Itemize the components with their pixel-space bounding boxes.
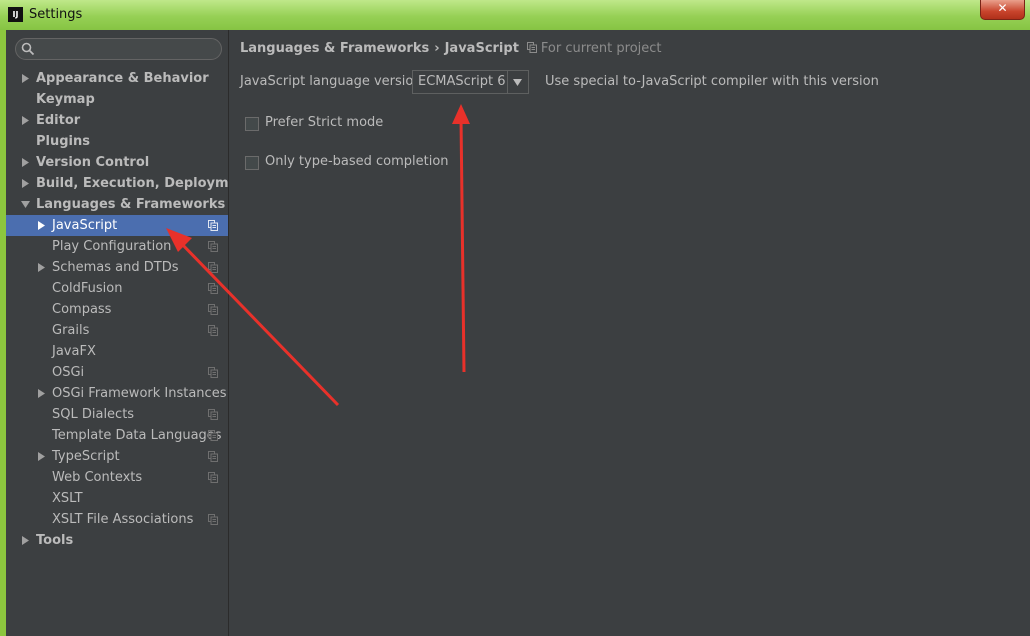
project-scope-icon — [208, 241, 218, 252]
sidebar-item-label: Compass — [52, 302, 112, 317]
sidebar-item-compass[interactable]: Compass — [6, 299, 228, 320]
sidebar-item-label: OSGi — [52, 365, 85, 380]
dropdown-button[interactable] — [507, 71, 528, 93]
settings-content: Languages & Frameworks › JavaScript For cur… — [229, 30, 1030, 636]
chevron-right-icon[interactable] — [22, 68, 32, 89]
sidebar-item-schemas[interactable]: Schemas and DTDs — [6, 257, 228, 278]
sidebar-item-label: Template Data Languages — [52, 428, 222, 443]
chevron-right-icon[interactable] — [22, 152, 32, 173]
sidebar-item-sql-dialects[interactable]: SQL Dialects — [6, 404, 228, 425]
chevron-right-icon[interactable] — [22, 173, 32, 194]
sidebar-item-label: TypeScript — [52, 449, 120, 464]
project-scope-icon — [208, 472, 218, 483]
sidebar-item-label: Version Control — [36, 155, 150, 170]
sidebar-item-label: JavaFX — [52, 344, 96, 359]
sidebar-item-label: SQL Dialects — [52, 407, 135, 422]
sidebar-item-label: Tools — [36, 533, 74, 548]
sidebar-item-editor[interactable]: Editor — [6, 110, 228, 131]
breadcrumb-parent: Languages & Frameworks — [240, 41, 430, 56]
search-input[interactable] — [15, 38, 222, 60]
sidebar-item-coldfusion[interactable]: ColdFusion — [6, 278, 228, 299]
settings-sidebar: Appearance & Behavior Keymap Editor Plug… — [6, 30, 253, 636]
project-scope-icon — [208, 451, 218, 462]
sidebar-item-label: Schemas and DTDs — [52, 260, 179, 275]
project-scope-icon — [208, 283, 218, 294]
window-title: Settings — [29, 7, 83, 22]
sidebar-item-keymap[interactable]: Keymap — [6, 89, 228, 110]
sidebar-item-label: Grails — [52, 323, 90, 338]
search-icon — [21, 42, 35, 56]
project-scope-icon — [208, 304, 218, 315]
sidebar-item-label: Plugins — [36, 134, 90, 149]
sidebar-item-label: Languages & Frameworks — [36, 197, 226, 212]
sidebar-item-tools[interactable]: Tools — [6, 530, 228, 551]
sidebar-item-template-data[interactable]: Template Data Languages — [6, 425, 228, 446]
chevron-down-icon[interactable] — [21, 194, 31, 215]
language-version-value: ECMAScript 6 — [418, 74, 506, 89]
chevron-right-icon[interactable] — [38, 383, 48, 404]
sidebar-item-xslt-associations[interactable]: XSLT File Associations — [6, 509, 228, 530]
language-version-label: JavaScript language version — [240, 74, 422, 89]
sidebar-item-build[interactable]: Build, Execution, Deployment — [6, 173, 253, 194]
title-bar: IJ Settings ✕ — [0, 0, 1030, 30]
settings-window: IJ Settings ✕ Appearance & Behavior Keym… — [0, 0, 1030, 636]
project-scope-icon — [208, 430, 218, 441]
type-based-completion-checkbox[interactable] — [245, 156, 259, 170]
sidebar-item-label: OSGi Framework Instances — [52, 386, 227, 401]
breadcrumb: Languages & Frameworks › JavaScript For cur… — [240, 41, 662, 56]
sidebar-item-label: Editor — [36, 113, 81, 128]
app-logo-icon: IJ — [8, 7, 23, 22]
language-version-hint: Use special to-JavaScript compiler with … — [545, 74, 879, 89]
sidebar-item-version-control[interactable]: Version Control — [6, 152, 228, 173]
project-scope-icon — [208, 220, 218, 231]
scope-label: For current project — [540, 41, 662, 56]
sidebar-item-javascript[interactable]: JavaScript — [6, 215, 228, 236]
sidebar-item-label: XSLT File Associations — [52, 512, 194, 527]
chevron-right-icon[interactable] — [22, 110, 32, 131]
sidebar-item-label: Appearance & Behavior — [36, 71, 209, 86]
sidebar-item-play[interactable]: Play Configuration — [6, 236, 228, 257]
sidebar-item-grails[interactable]: Grails — [6, 320, 228, 341]
chevron-right-icon[interactable] — [38, 257, 48, 278]
sidebar-item-label: Play Configuration — [52, 239, 172, 254]
chevron-right-icon[interactable] — [38, 446, 48, 467]
scope-note: For current project — [526, 41, 662, 56]
sidebar-item-label: XSLT — [52, 491, 83, 506]
sidebar-item-osgi-instances[interactable]: OSGi Framework Instances — [6, 383, 228, 404]
chevron-right-icon[interactable] — [38, 215, 48, 236]
sidebar-item-plugins[interactable]: Plugins — [6, 131, 228, 152]
prefer-strict-label[interactable]: Prefer Strict mode — [265, 115, 383, 130]
sidebar-item-appearance[interactable]: Appearance & Behavior — [6, 68, 228, 89]
project-scope-icon — [208, 409, 218, 420]
sidebar-item-label: JavaScript — [52, 218, 118, 233]
breadcrumb-current: JavaScript — [444, 41, 519, 56]
project-scope-icon — [208, 262, 218, 273]
sidebar-item-javafx[interactable]: JavaFX — [6, 341, 228, 362]
prefer-strict-checkbox[interactable] — [245, 117, 259, 131]
sidebar-item-languages[interactable]: Languages & Frameworks — [6, 194, 228, 215]
project-scope-icon — [526, 42, 537, 53]
sidebar-item-osgi[interactable]: OSGi — [6, 362, 228, 383]
language-version-select[interactable]: ECMAScript 6 — [412, 70, 529, 94]
sidebar-item-label: Keymap — [36, 92, 95, 107]
breadcrumb-separator: › — [434, 41, 440, 56]
sidebar-item-label: Web Contexts — [52, 470, 143, 485]
sidebar-item-web-contexts[interactable]: Web Contexts — [6, 467, 228, 488]
chevron-down-icon — [513, 79, 522, 86]
sidebar-item-typescript[interactable]: TypeScript — [6, 446, 228, 467]
type-based-completion-label[interactable]: Only type-based completion — [265, 154, 449, 169]
chevron-right-icon[interactable] — [22, 530, 32, 551]
project-scope-icon — [208, 367, 218, 378]
close-button[interactable]: ✕ — [980, 0, 1025, 20]
sidebar-item-label: ColdFusion — [52, 281, 123, 296]
project-scope-icon — [208, 514, 218, 525]
sidebar-item-label: Build, Execution, Deployment — [36, 176, 253, 191]
project-scope-icon — [208, 325, 218, 336]
sidebar-item-xslt[interactable]: XSLT — [6, 488, 228, 509]
